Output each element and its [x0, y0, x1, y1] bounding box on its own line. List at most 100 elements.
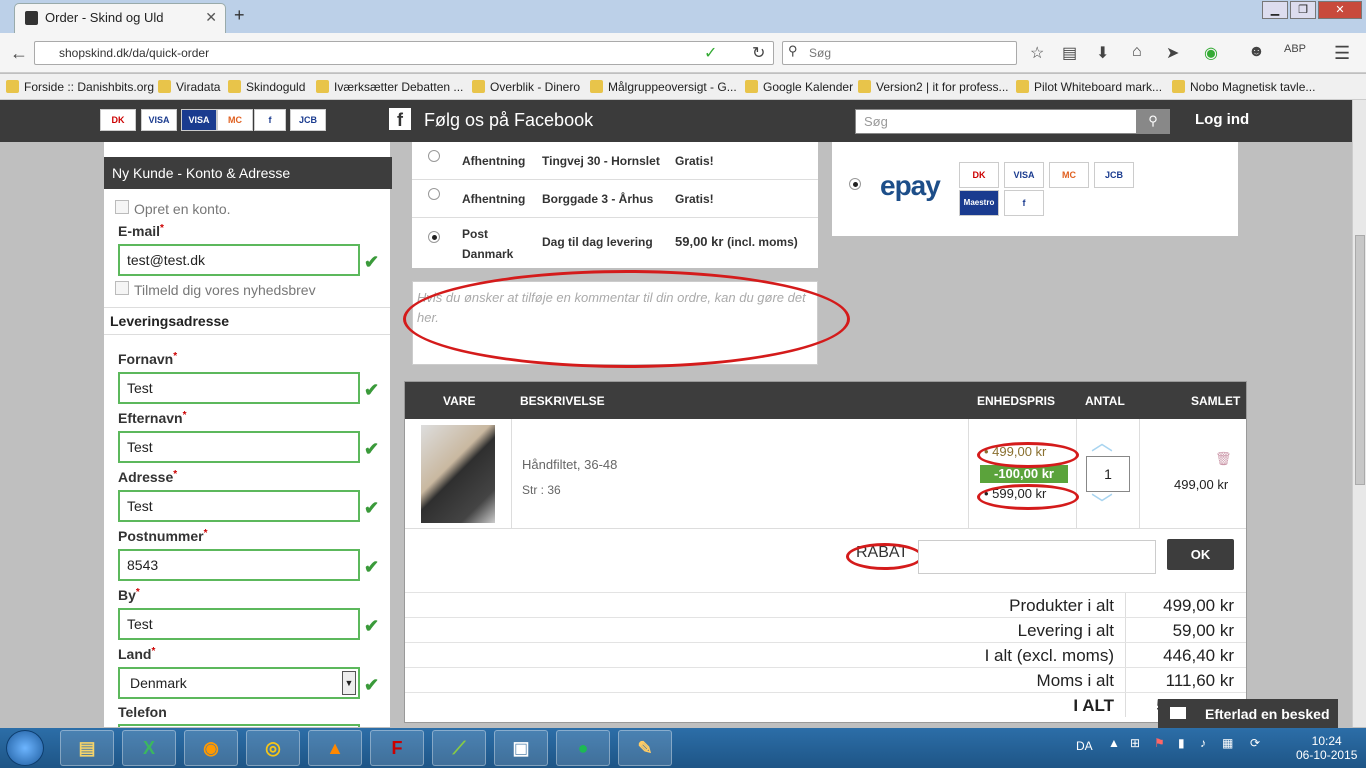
valid-check-icon: ✔: [364, 380, 380, 400]
email-field[interactable]: test@test.dk: [118, 244, 360, 276]
lastname-field[interactable]: Test: [118, 431, 360, 463]
postcode-field[interactable]: 8543: [118, 549, 360, 581]
chat-widget-button[interactable]: Efterlad en besked: [1158, 699, 1338, 729]
delivery-method: Afhentning: [462, 192, 526, 206]
spotify-icon[interactable]: ●: [556, 730, 610, 766]
site-search-button[interactable]: ⚲: [1136, 109, 1170, 134]
chevron-down-icon[interactable]: ▼: [342, 671, 356, 695]
phone-field[interactable]: [118, 724, 360, 727]
qty-up-icon[interactable]: ︿: [1091, 425, 1113, 457]
bookmark-item[interactable]: Version2 | it for profess...: [858, 80, 1009, 94]
browser-tabbar: Order - Skind og Uld ✕ + ▁ ❐ ✕: [0, 0, 1366, 33]
facebook-link[interactable]: Følg os på Facebook: [424, 110, 593, 131]
browser-search-input[interactable]: Søg: [782, 41, 1017, 65]
url-bar[interactable]: shopskind.dk/da/quick-order: [34, 41, 774, 65]
start-button[interactable]: [6, 730, 44, 766]
address-field[interactable]: Test: [118, 490, 360, 522]
mastercard-icon: MC: [217, 109, 253, 131]
delivery-price: 59,00 kr (incl. moms): [675, 234, 798, 249]
facebook-icon[interactable]: f: [389, 108, 411, 130]
valid-check-icon: ✔: [364, 439, 380, 459]
valid-check-icon: ✔: [364, 675, 380, 695]
bookmarks-bar: Forside :: Danishbits.org Viradata Skind…: [0, 74, 1366, 100]
windows-icon[interactable]: ⊞: [1130, 736, 1140, 750]
explorer-icon[interactable]: ▤: [60, 730, 114, 766]
bookmark-item[interactable]: Målgruppeoversigt - G...: [590, 80, 737, 94]
extension-icon[interactable]: ◉: [1204, 43, 1218, 63]
browser-tab[interactable]: Order - Skind og Uld ✕: [14, 3, 226, 33]
product-image[interactable]: [421, 425, 495, 523]
newsletter-label: Tilmeld dig vores nyhedsbrev: [134, 282, 316, 298]
delete-icon[interactable]: 🗑: [1215, 451, 1232, 467]
delivery-radio[interactable]: [428, 188, 440, 200]
bookmark-item[interactable]: Iværksætter Debatten ...: [316, 80, 463, 94]
coupon-input[interactable]: [918, 540, 1156, 574]
filezilla-icon[interactable]: F: [370, 730, 424, 766]
login-link[interactable]: Log ind: [1195, 111, 1249, 128]
back-icon[interactable]: ←: [10, 43, 28, 64]
newsletter-checkbox[interactable]: [115, 281, 129, 295]
payment-radio-selected[interactable]: [849, 178, 861, 190]
maximize-icon[interactable]: ❐: [1290, 1, 1316, 19]
close-tab-icon[interactable]: ✕: [205, 4, 217, 31]
coupon-ok-button[interactable]: OK: [1167, 539, 1234, 570]
product-name[interactable]: Håndfiltet, 36-48: [522, 457, 617, 472]
clock[interactable]: 10:24 06-10-2015: [1296, 734, 1357, 762]
download-icon[interactable]: ⬇: [1096, 43, 1109, 63]
bookmark-item[interactable]: Skindoguld: [228, 80, 305, 94]
delivery-radio-selected[interactable]: [428, 231, 440, 243]
bookmark-item[interactable]: Viradata: [158, 80, 220, 94]
country-select[interactable]: Denmark ▼: [118, 667, 360, 699]
bookmark-item[interactable]: Google Kalender: [745, 80, 853, 94]
grand-total-row: I ALT5: [405, 692, 1246, 717]
delivery-option[interactable]: Afhentning Tingvej 30 - Hornslet Gratis!: [412, 142, 818, 180]
action-center-icon[interactable]: ⚑: [1154, 736, 1165, 750]
tray-app-icon[interactable]: ▦: [1222, 736, 1233, 750]
scrollbar-thumb[interactable]: [1355, 235, 1365, 485]
sync-icon[interactable]: ⟳: [1250, 736, 1260, 750]
close-window-icon[interactable]: ✕: [1318, 1, 1362, 19]
page-scrollbar[interactable]: [1352, 100, 1366, 727]
create-account-checkbox[interactable]: [115, 200, 129, 214]
paint-icon[interactable]: ✎: [618, 730, 672, 766]
delivery-method: Post Danmark: [462, 227, 514, 261]
visa-icon: VISA: [1004, 162, 1044, 188]
network-icon[interactable]: ▮: [1178, 736, 1185, 750]
qty-down-icon[interactable]: ﹀: [1091, 487, 1113, 519]
firefox-icon[interactable]: ◉: [184, 730, 238, 766]
excel-icon[interactable]: X: [122, 730, 176, 766]
bookmark-item[interactable]: Nobo Magnetisk tavle...: [1172, 80, 1315, 94]
delivery-address: Borggade 3 - Århus: [542, 192, 654, 206]
col-samlet: SAMLET: [1191, 394, 1241, 408]
tray-arrow-icon[interactable]: ▲: [1108, 736, 1120, 750]
chrome-icon[interactable]: ◎: [246, 730, 300, 766]
bookmark-star-icon[interactable]: ☆: [1030, 43, 1044, 63]
minimize-icon[interactable]: ▁: [1262, 1, 1288, 19]
network-app-icon[interactable]: ▣: [494, 730, 548, 766]
new-tab-icon[interactable]: +: [234, 5, 245, 26]
home-icon[interactable]: ⌂: [1132, 43, 1142, 61]
envelope-icon: [1170, 707, 1186, 719]
reload-icon[interactable]: ↻: [752, 43, 765, 63]
menu-icon[interactable]: ☰: [1334, 43, 1350, 64]
adblock-icon[interactable]: ABP: [1284, 43, 1306, 55]
bookmark-item[interactable]: Pilot Whiteboard mark...: [1016, 80, 1162, 94]
firstname-field[interactable]: Test: [118, 372, 360, 404]
windows-taskbar: ▤ X ◉ ◎ ▲ F ⟋ ▣ ● ✎ DA ▲ ⊞ ⚑ ▮ ♪ ▦ ⟳ 10:…: [0, 728, 1366, 768]
vlc-icon[interactable]: ▲: [308, 730, 362, 766]
total-row: Moms i alt 111,60 kr: [405, 667, 1246, 692]
reading-list-icon[interactable]: ▤: [1062, 43, 1077, 63]
language-indicator[interactable]: DA: [1076, 739, 1093, 753]
chat-icon[interactable]: ☻: [1248, 43, 1265, 61]
site-search-input[interactable]: Søg: [855, 109, 1137, 134]
send-icon[interactable]: ➤: [1166, 43, 1179, 63]
delivery-option[interactable]: Afhentning Borggade 3 - Århus Gratis!: [412, 180, 818, 218]
bookmark-item[interactable]: Forside :: Danishbits.org: [6, 80, 154, 94]
chart-app-icon[interactable]: ⟋: [432, 730, 486, 766]
address-label: Adresse*: [118, 469, 178, 485]
delivery-radio[interactable]: [428, 150, 440, 162]
bookmark-item[interactable]: Overblik - Dinero: [472, 80, 580, 94]
city-field[interactable]: Test: [118, 608, 360, 640]
volume-icon[interactable]: ♪: [1200, 736, 1206, 750]
delivery-option[interactable]: Post Danmark Dag til dag levering 59,00 k…: [412, 218, 818, 264]
